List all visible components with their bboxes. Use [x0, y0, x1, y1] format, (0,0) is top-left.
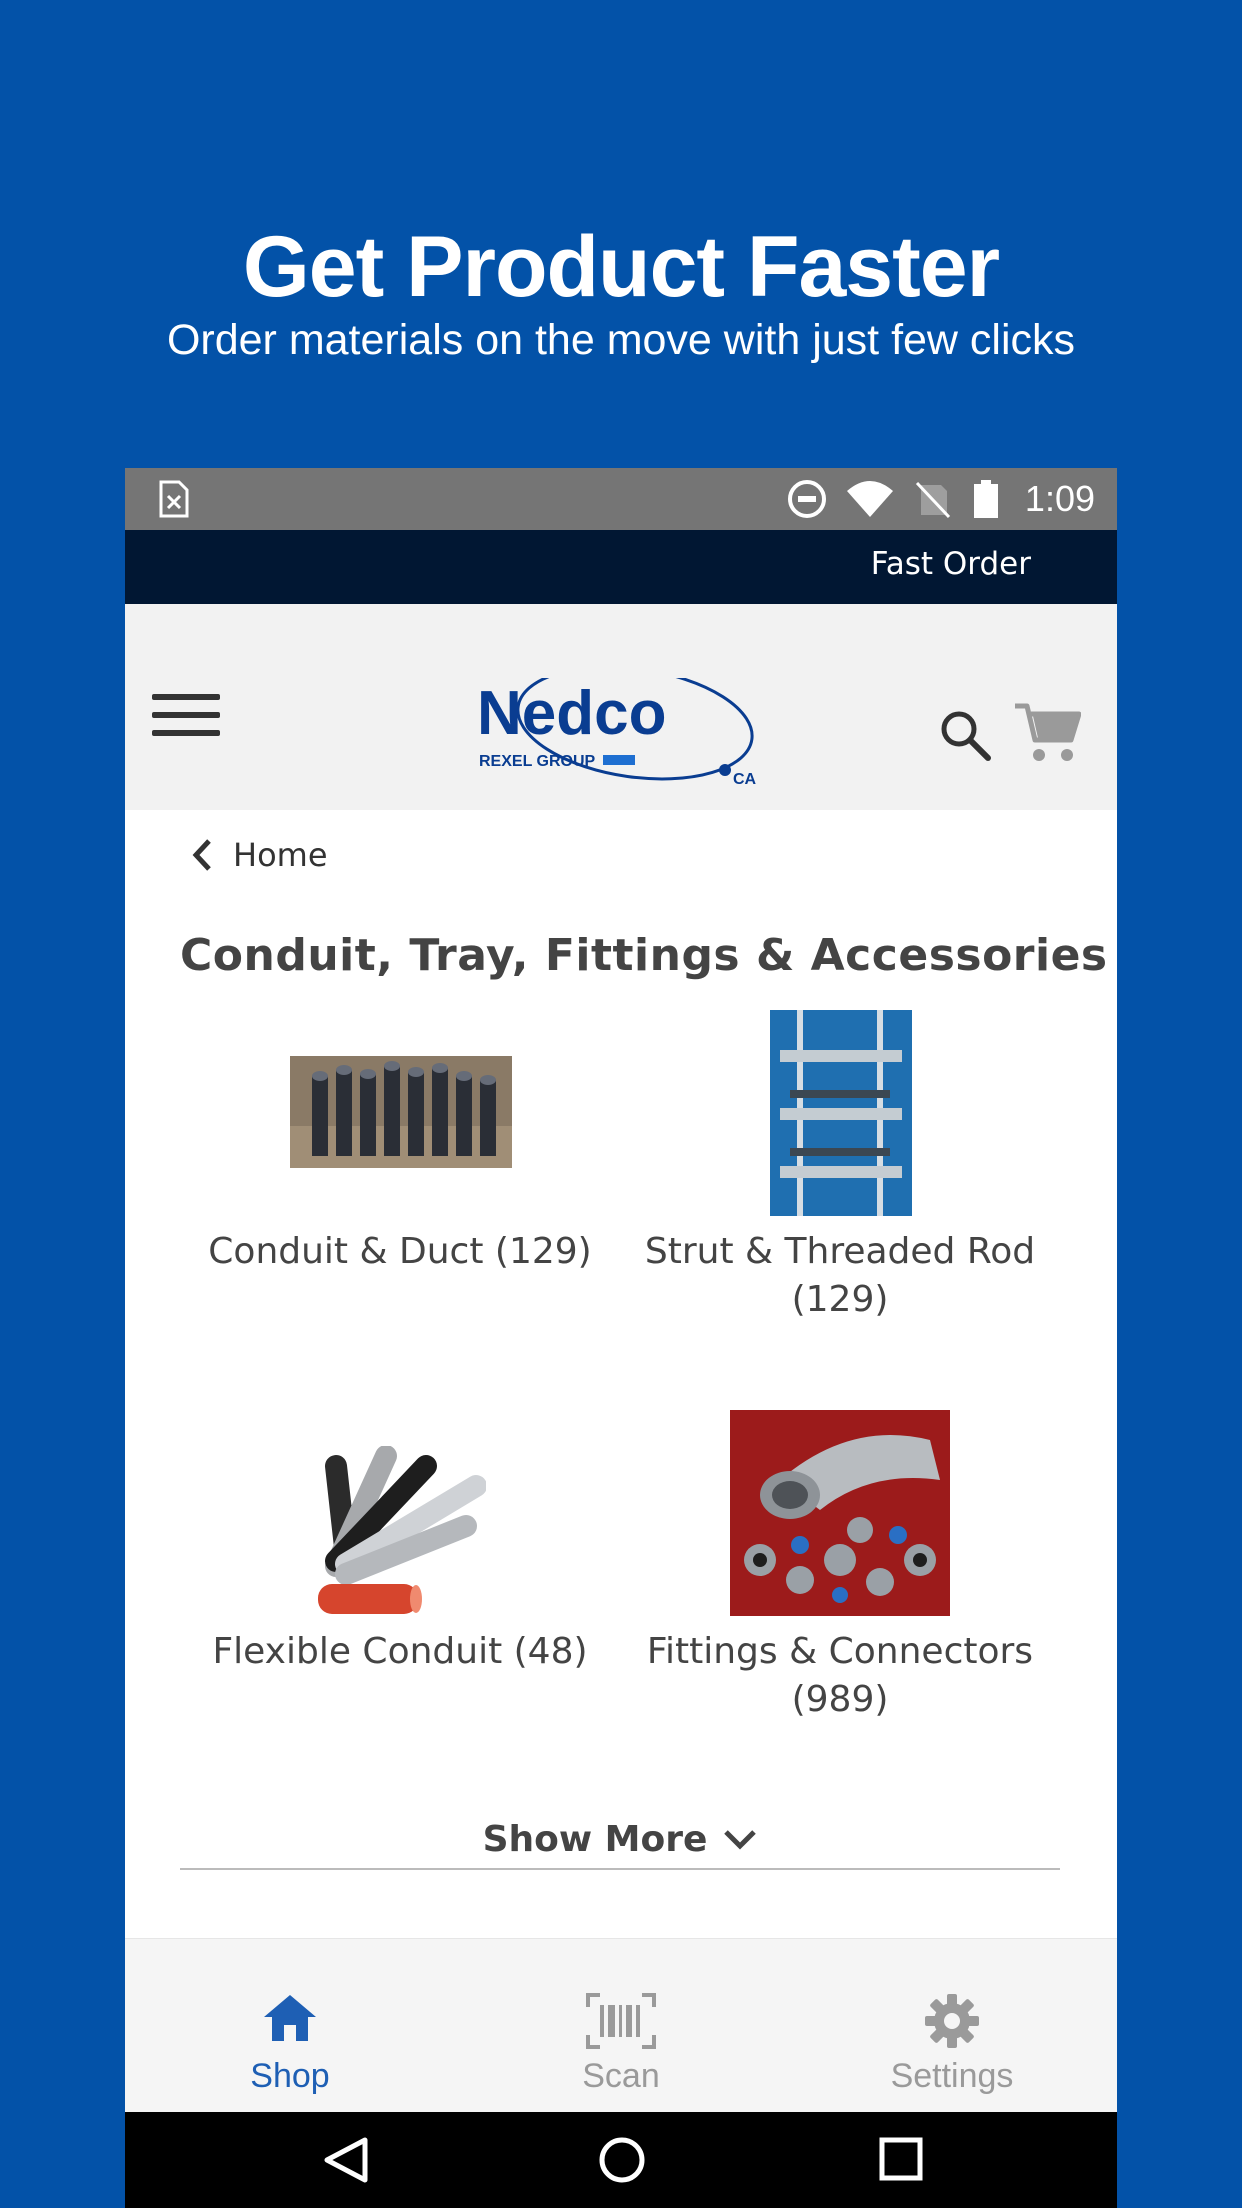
home-icon: [264, 1995, 316, 2041]
category-content: Home Conduit, Tray, Fittings & Accessori…: [125, 810, 1117, 1940]
barcode-icon: [586, 1993, 656, 2049]
category-card-fittings-connectors[interactable]: Fittings & Connectors (989): [620, 1410, 1060, 1770]
nav-scan[interactable]: Scan: [456, 1939, 786, 2119]
status-icons: 1:09: [787, 468, 1095, 530]
status-time: 1:09: [1024, 478, 1095, 519]
system-navigation-bar: [125, 2112, 1117, 2208]
category-label: Conduit & Duct (129): [208, 1231, 592, 1272]
promo-title: Get Product Faster: [242, 219, 1000, 315]
top-utility-bar: Fast Order: [125, 530, 1117, 604]
bottom-navigation: Shop Scan Settings: [125, 1938, 1117, 2118]
app-header: Nedco REXEL GROUP CA: [125, 604, 1117, 810]
promo-banner: Get Product Faster Order materials on th…: [0, 0, 1242, 468]
breadcrumb-home-label: Home: [233, 836, 328, 874]
hamburger-menu-icon[interactable]: [152, 694, 220, 742]
strut-rack-image: [770, 1010, 912, 1216]
fast-order-link[interactable]: Fast Order: [871, 546, 1031, 582]
show-more-button[interactable]: Show More: [180, 1810, 1060, 1870]
promo-subtitle: Order materials on the move with just fe…: [166, 316, 1076, 364]
back-triangle-icon[interactable]: [321, 2136, 371, 2184]
category-card-strut-rod[interactable]: Strut & Threaded Rod (129): [620, 1010, 1060, 1370]
recents-square-icon[interactable]: [878, 2136, 924, 2182]
nav-scan-label: Scan: [582, 2057, 660, 2095]
category-label: Fittings & Connectors (989): [646, 1631, 1034, 1720]
home-circle-icon[interactable]: [598, 2136, 646, 2184]
gear-icon: [925, 1994, 979, 2048]
category-label: Strut & Threaded Rod (129): [644, 1231, 1036, 1320]
wifi-icon: [846, 481, 893, 517]
logo-wordmark: Nedco: [477, 679, 666, 748]
nav-shop[interactable]: Shop: [125, 1939, 455, 2119]
sim-card-missing-icon: [159, 480, 189, 518]
category-card-conduit-duct[interactable]: Conduit & Duct (129): [180, 1010, 620, 1370]
battery-icon: [973, 480, 998, 518]
nav-shop-label: Shop: [250, 2057, 330, 2095]
conduit-pipes-image: [290, 1056, 512, 1168]
phone-screen: 1:09 Fast Order Nedco REXEL GROUP CA Hom…: [125, 468, 1117, 2208]
breadcrumb-back[interactable]: Home: [191, 830, 328, 880]
logo-subtext: REXEL GROUP: [479, 753, 596, 770]
logo-suffix: CA: [733, 771, 757, 788]
chevron-left-icon: [192, 839, 211, 871]
nav-settings[interactable]: Settings: [787, 1939, 1117, 2119]
page-title: Conduit, Tray, Fittings & Accessories: [180, 930, 1108, 981]
cart-icon[interactable]: [1013, 700, 1081, 764]
show-more-label: Show More: [482, 1818, 708, 1860]
category-label: Flexible Conduit (48): [212, 1631, 588, 1672]
nav-settings-label: Settings: [890, 2057, 1014, 2095]
fittings-image: [730, 1410, 950, 1616]
status-bar: 1:09: [125, 468, 1117, 530]
no-signal-icon: [915, 481, 951, 519]
nedco-logo[interactable]: Nedco REXEL GROUP CA: [475, 678, 765, 788]
flexible-conduit-image: [316, 1446, 486, 1616]
do-not-disturb-icon: [787, 480, 826, 518]
search-icon[interactable]: [938, 708, 992, 762]
category-card-flexible-conduit[interactable]: Flexible Conduit (48): [180, 1410, 620, 1770]
chevron-down-icon: [724, 1830, 757, 1850]
